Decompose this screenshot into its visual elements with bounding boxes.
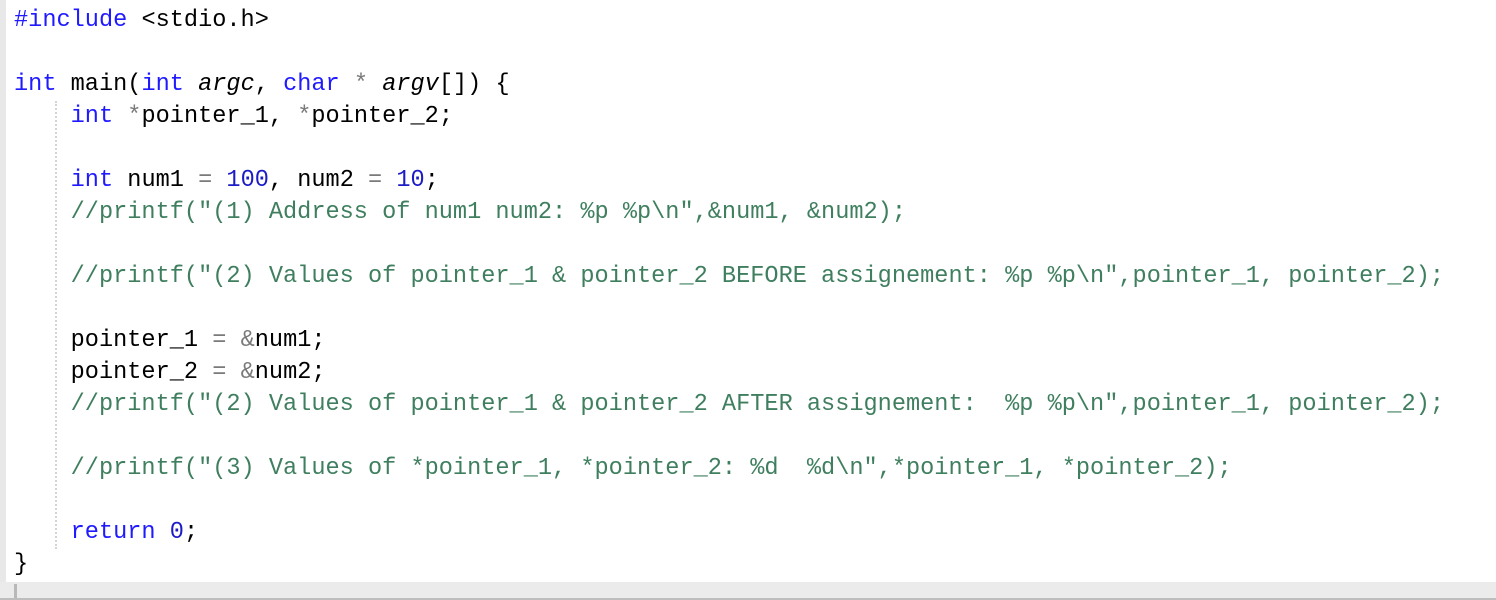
code-token: //printf("(3) Values of *pointer_1, *poi…	[70, 455, 1232, 482]
code-line[interactable]	[14, 229, 1496, 261]
code-token: //printf("(2) Values of pointer_1 & poin…	[70, 263, 1445, 290]
code-token: <stdio.h>	[127, 7, 269, 34]
code-token: []) {	[438, 71, 510, 98]
code-token: argc	[198, 71, 255, 98]
code-line[interactable]: int num1 = 100, num2 = 10;	[14, 165, 1496, 197]
code-line[interactable]: }	[14, 549, 1496, 581]
horizontal-scrollbar[interactable]	[0, 582, 1496, 600]
code-line[interactable]	[14, 37, 1496, 69]
code-token: //printf("(1) Address of num1 num2: %p %…	[70, 199, 906, 226]
code-line[interactable]: //printf("(3) Values of *pointer_1, *poi…	[14, 453, 1496, 485]
code-token: pointer_2	[14, 359, 213, 386]
code-token: pointer_1,	[141, 103, 298, 130]
code-token: num1	[113, 167, 199, 194]
code-token: }	[14, 551, 29, 578]
code-token: =	[198, 167, 213, 194]
code-editor[interactable]: #include <stdio.h> int main(int argc, ch…	[14, 5, 1496, 581]
code-token: ;	[424, 167, 439, 194]
code-line[interactable]: int main(int argc, char * argv[]) {	[14, 69, 1496, 101]
code-line[interactable]: //printf("(2) Values of pointer_1 & poin…	[14, 389, 1496, 421]
code-token: ;	[183, 519, 199, 546]
code-token: *	[353, 71, 369, 98]
editor-gutter	[0, 0, 6, 582]
code-token: =	[212, 327, 227, 354]
code-token: &	[240, 327, 255, 354]
code-token: ,	[254, 71, 284, 98]
code-token: 10	[396, 167, 425, 194]
code-token: argv	[382, 71, 439, 98]
code-token: int	[70, 167, 114, 194]
code-token: int	[70, 103, 114, 130]
code-line[interactable]: int *pointer_1, *pointer_2;	[14, 101, 1496, 133]
code-token: num1;	[254, 327, 326, 354]
code-token: num2;	[254, 359, 326, 386]
code-token: *	[127, 103, 142, 130]
code-token: &	[240, 359, 255, 386]
code-token: =	[368, 167, 383, 194]
code-token: int	[141, 71, 184, 98]
code-token: char	[283, 71, 340, 98]
code-token: //printf("(2) Values of pointer_1 & poin…	[70, 391, 1445, 418]
code-line[interactable]: //printf("(2) Values of pointer_1 & poin…	[14, 261, 1496, 293]
code-line[interactable]: #include <stdio.h>	[14, 5, 1496, 37]
code-line[interactable]	[14, 133, 1496, 165]
code-token: 100	[226, 167, 269, 194]
code-token: pointer_2;	[311, 103, 453, 130]
code-line[interactable]: //printf("(1) Address of num1 num2: %p %…	[14, 197, 1496, 229]
code-token: , num2	[268, 167, 369, 194]
code-token: 0	[169, 519, 184, 546]
code-line[interactable]	[14, 485, 1496, 517]
code-token: #include	[14, 7, 128, 34]
code-line[interactable]: pointer_2 = &num2;	[14, 357, 1496, 389]
code-line[interactable]	[14, 293, 1496, 325]
code-token: main(	[56, 71, 142, 98]
code-line[interactable]: pointer_1 = &num1;	[14, 325, 1496, 357]
code-line[interactable]	[14, 421, 1496, 453]
code-token: return	[70, 519, 156, 546]
code-token: int	[14, 71, 57, 98]
code-line[interactable]: return 0;	[14, 517, 1496, 549]
code-token: *	[297, 103, 312, 130]
code-token: pointer_1	[14, 327, 213, 354]
code-token: =	[212, 359, 227, 386]
scrollbar-thumb[interactable]	[14, 584, 17, 598]
